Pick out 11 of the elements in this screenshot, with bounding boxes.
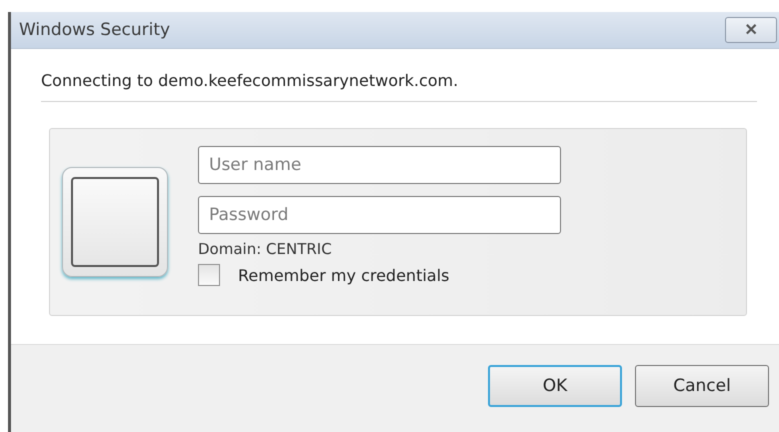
domain-label: Domain: CENTRIC xyxy=(198,240,333,258)
ok-button[interactable]: OK xyxy=(488,365,622,407)
username-field[interactable]: User name xyxy=(198,146,561,184)
remember-checkbox[interactable] xyxy=(198,264,220,286)
password-field[interactable]: Password xyxy=(198,196,561,234)
remember-label: Remember my credentials xyxy=(238,266,450,284)
window-title: Windows Security xyxy=(19,20,170,40)
user-tile-icon xyxy=(62,167,168,277)
cancel-button[interactable]: Cancel xyxy=(635,365,769,407)
connection-message: Connecting to demo.keefecommissarynetwork.com. xyxy=(41,71,460,92)
close-button[interactable]: ✕ xyxy=(725,17,777,43)
